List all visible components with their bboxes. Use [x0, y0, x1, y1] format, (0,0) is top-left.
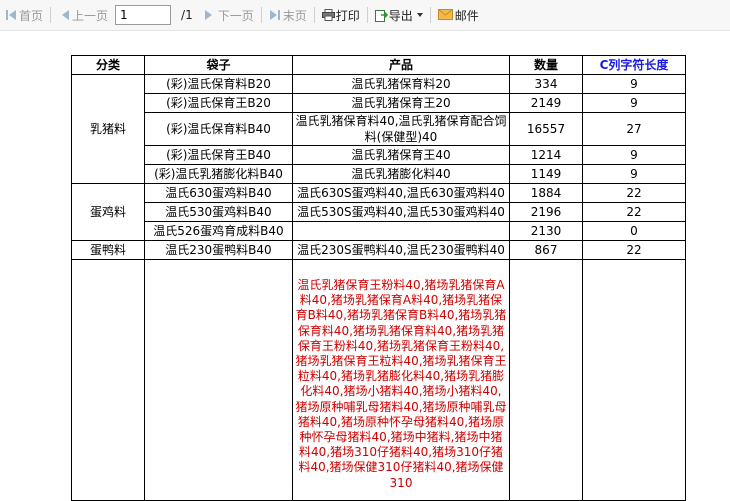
bag-cell: (彩)温氏保育料B20	[144, 74, 293, 94]
group-cell: 蛋鸡料	[71, 183, 145, 241]
table-row: (彩)温氏保育王B40 温氏乳猪保育王40 1214 9	[72, 145, 686, 165]
quantity-cell	[509, 259, 583, 501]
table-row: (彩)温氏乳猪膨化料B40 温氏乳猪膨化料40 1149 9	[72, 164, 686, 184]
next-page-label: 下一页	[217, 8, 254, 23]
bag-cell: 温氏530蛋鸡料B40	[144, 202, 293, 222]
mail-label: 邮件	[454, 8, 479, 23]
length-cell: 9	[582, 145, 686, 165]
quantity-cell: 334	[509, 74, 583, 94]
quantity-cell: 2149	[509, 93, 583, 113]
table-row: 蛋鸡料 温氏630蛋鸡料B40 温氏630S蛋鸡料40,温氏630蛋鸡料40 1…	[71, 183, 686, 241]
product-cell	[292, 221, 510, 241]
length-cell: 22	[582, 202, 686, 222]
table-row: 温氏530蛋鸡料B40 温氏530S蛋鸡料40,温氏530蛋鸡料40 2196 …	[72, 202, 686, 222]
product-cell: 温氏乳猪膨化料40	[292, 164, 510, 184]
product-cell: 温氏乳猪保育料40,温氏乳猪保育配合饲料(保健型)40	[292, 112, 510, 146]
prev-page-label: 上一页	[72, 8, 109, 23]
product-cell: 温氏乳猪保育料20	[292, 74, 510, 94]
bag-cell: 温氏526蛋鸡育成料B40	[144, 221, 293, 241]
toolbar-divider	[366, 7, 368, 23]
length-cell	[582, 259, 686, 501]
bag-cell: 温氏230蛋鸭料B40	[144, 240, 293, 260]
header-product: 产品	[292, 55, 510, 75]
toolbar-divider	[429, 7, 431, 23]
chevron-down-icon	[416, 13, 423, 17]
export-icon	[374, 9, 388, 22]
next-page-icon	[204, 9, 216, 21]
next-page-button[interactable]: 下一页	[201, 4, 257, 26]
table-row: 乳猪料 (彩)温氏保育料B20 温氏乳猪保育料20 334 9	[71, 74, 686, 184]
length-cell: 22	[582, 183, 686, 203]
table-row: 温氏526蛋鸡育成料B40 2130 0	[72, 221, 686, 241]
long-product-text: 温氏乳猪保育王粉料40,猪场乳猪保育A料40,猪场乳猪保育A料40,猪场乳猪保育…	[295, 278, 507, 490]
header-quantity: 数量	[509, 55, 583, 75]
first-page-label: 首页	[19, 8, 44, 23]
print-label: 打印	[335, 8, 360, 23]
quantity-cell: 1214	[509, 145, 583, 165]
bag-cell: (彩)温氏保育王B20	[144, 93, 293, 113]
last-page-label: 末页	[282, 8, 307, 23]
group-cell: 乳猪料	[71, 74, 145, 184]
bag-cell: 温氏630蛋鸡料B40	[144, 183, 293, 203]
first-page-icon	[5, 9, 17, 21]
header-char-length: C列字符长度	[582, 55, 686, 75]
product-cell: 温氏乳猪保育王粉料40,猪场乳猪保育A料40,猪场乳猪保育A料40,猪场乳猪保育…	[292, 259, 510, 501]
table-row: (彩)温氏保育王B20 温氏乳猪保育王20 2149 9	[72, 93, 686, 113]
bag-cell: (彩)温氏保育王B40	[144, 145, 293, 165]
quantity-cell: 867	[509, 240, 583, 260]
product-cell: 温氏230S蛋鸭料40,温氏230蛋鸭料40	[292, 240, 510, 260]
quantity-cell: 1149	[509, 164, 583, 184]
prev-page-button[interactable]: 上一页	[55, 4, 111, 26]
header-category: 分类	[71, 55, 145, 75]
quantity-cell: 2196	[509, 202, 583, 222]
page-total: /1	[181, 8, 193, 22]
product-cell: 温氏乳猪保育王20	[292, 93, 510, 113]
first-page-button[interactable]: 首页	[2, 4, 46, 26]
quantity-cell: 16557	[509, 112, 583, 146]
group-cell: 蛋鸭料	[71, 240, 145, 260]
quantity-cell: 2130	[509, 221, 583, 241]
toolbar-divider	[260, 7, 262, 23]
length-cell: 27	[582, 112, 686, 146]
print-button[interactable]: 打印	[319, 4, 363, 26]
product-cell: 温氏630S蛋鸡料40,温氏630蛋鸡料40	[292, 183, 510, 203]
last-page-icon	[269, 9, 281, 21]
export-label: 导出	[388, 8, 413, 23]
table-row: 温氏乳猪保育王粉料40,猪场乳猪保育A料40,猪场乳猪保育A料40,猪场乳猪保育…	[71, 259, 686, 501]
bag-cell: (彩)温氏保育料B40	[144, 112, 293, 146]
mail-icon	[437, 9, 453, 21]
length-cell: 9	[582, 164, 686, 184]
report-toolbar: 首页 上一页 /1 下一页 末页 打印 导出 邮件	[0, 0, 730, 31]
mail-button[interactable]: 邮件	[435, 4, 482, 26]
bag-cell: (彩)温氏乳猪膨化料B40	[144, 164, 293, 184]
report-table: 分类 袋子 产品 数量 C列字符长度 乳猪料 (彩)温氏保育料B20 温氏乳猪保…	[71, 55, 686, 501]
group-cell	[71, 259, 145, 501]
table-row: (彩)温氏保育料B40 温氏乳猪保育料40,温氏乳猪保育配合饲料(保健型)40 …	[72, 112, 686, 146]
length-cell: 9	[582, 93, 686, 113]
table-header-row: 分类 袋子 产品 数量 C列字符长度	[71, 55, 686, 75]
toolbar-divider	[313, 7, 315, 23]
quantity-cell: 1884	[509, 183, 583, 203]
length-cell: 22	[582, 240, 686, 260]
bag-cell	[144, 259, 293, 501]
table-row: 蛋鸭料 温氏230蛋鸭料B40 温氏230S蛋鸭料40,温氏230蛋鸭料40 8…	[71, 240, 686, 260]
product-cell: 温氏乳猪保育王40	[292, 145, 510, 165]
toolbar-divider	[50, 7, 52, 23]
prev-page-icon	[58, 9, 70, 21]
length-cell: 0	[582, 221, 686, 241]
header-bag: 袋子	[144, 55, 293, 75]
export-button[interactable]: 导出	[372, 4, 426, 26]
last-page-button[interactable]: 末页	[266, 4, 310, 26]
length-cell: 9	[582, 74, 686, 94]
product-cell: 温氏530S蛋鸡料40,温氏530蛋鸡料40	[292, 202, 510, 222]
printer-icon	[321, 9, 335, 21]
page-number-input[interactable]	[115, 5, 172, 25]
